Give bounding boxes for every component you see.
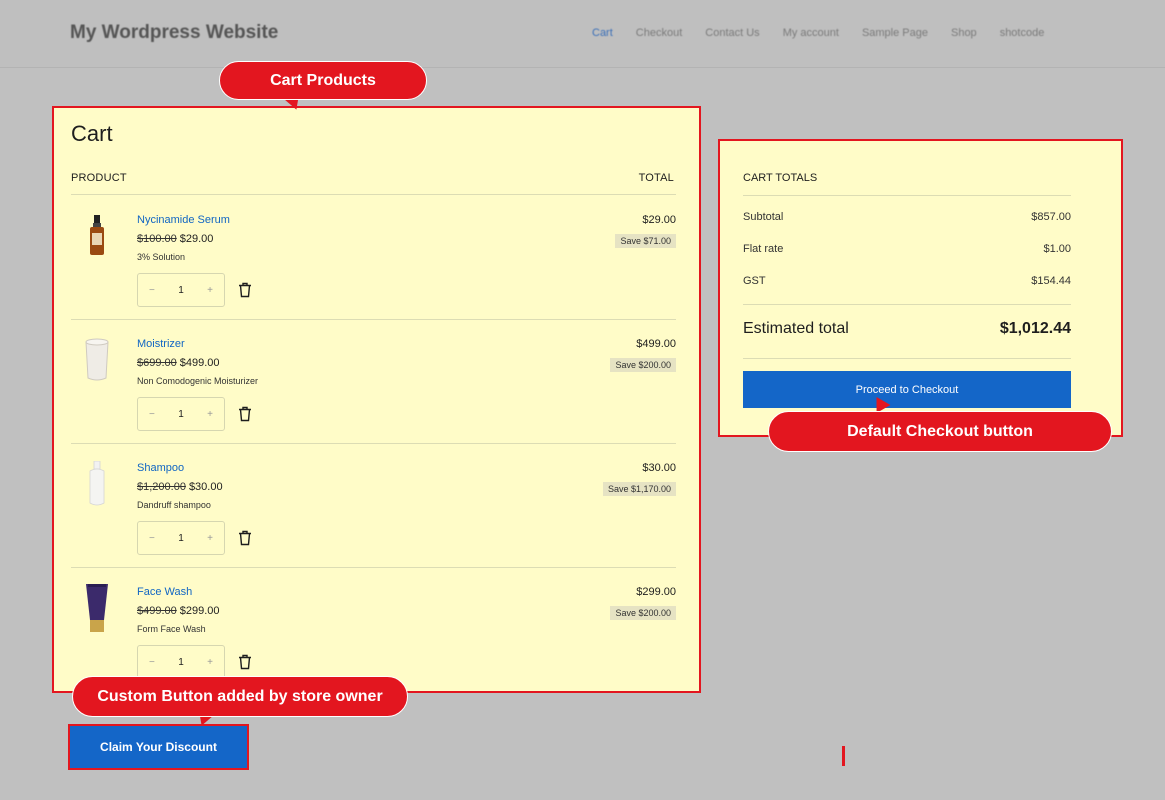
subtotal-value: $857.00: [1031, 211, 1071, 223]
nav-item-contact-us[interactable]: Contact Us: [705, 27, 759, 39]
product-description: Non Comodogenic Moisturizer: [137, 376, 259, 386]
default-checkout-callout: Default Checkout button: [768, 411, 1112, 452]
original-price: $499.00: [137, 605, 177, 617]
decrease-quantity-button[interactable]: −: [149, 533, 155, 544]
product-name-link[interactable]: Shampoo: [137, 462, 184, 474]
price-line: $499.00 $299.00: [137, 605, 220, 617]
quantity-stepper: − 1 +: [137, 397, 225, 431]
nav-item-shop[interactable]: Shop: [951, 27, 977, 39]
tax-value: $154.44: [1031, 275, 1071, 287]
proceed-to-checkout-button[interactable]: Proceed to Checkout: [743, 371, 1071, 408]
quantity-stepper: − 1 +: [137, 273, 225, 307]
increase-quantity-button[interactable]: +: [207, 409, 213, 420]
cart-item: Shampoo $1,200.00 $30.00 Dandruff shampoo…: [71, 444, 676, 568]
line-total: $29.00: [642, 214, 676, 226]
increase-quantity-button[interactable]: +: [207, 657, 213, 668]
estimated-total-value: $1,012.44: [999, 320, 1071, 337]
cart-products-callout: Cart Products: [219, 61, 427, 100]
cart-item: Face Wash $499.00 $299.00 Form Face Wash …: [71, 568, 676, 691]
shipping-value: $1.00: [1043, 243, 1071, 255]
nav-item-cart[interactable]: Cart: [592, 27, 613, 39]
product-column-header: PRODUCT: [71, 172, 127, 184]
increase-quantity-button[interactable]: +: [207, 533, 213, 544]
claim-discount-button[interactable]: Claim Your Discount: [70, 726, 247, 768]
sale-price: $299.00: [179, 605, 220, 617]
face-wash-tube-icon[interactable]: [71, 582, 123, 634]
product-name-link[interactable]: Moistrizer: [137, 338, 185, 350]
quantity-value[interactable]: 1: [178, 409, 184, 420]
price-line: $1,200.00 $30.00: [137, 481, 223, 493]
decrease-quantity-button[interactable]: −: [149, 657, 155, 668]
original-price: $100.00: [137, 233, 177, 245]
decrease-quantity-button[interactable]: −: [149, 285, 155, 296]
divider: [743, 358, 1071, 359]
trash-icon[interactable]: [238, 654, 252, 670]
trash-icon[interactable]: [238, 406, 252, 422]
original-price: $699.00: [137, 357, 177, 369]
shipping-label: Flat rate: [743, 243, 784, 255]
trash-icon[interactable]: [238, 282, 252, 298]
nav-item-my-account[interactable]: My account: [783, 27, 839, 39]
nav-item-checkout[interactable]: Checkout: [636, 27, 682, 39]
price-line: $100.00 $29.00: [137, 233, 213, 245]
line-total: $30.00: [642, 462, 676, 474]
divider: [71, 194, 676, 195]
product-description: Dandruff shampoo: [137, 500, 211, 510]
product-name-link[interactable]: Nycinamide Serum: [137, 214, 230, 226]
tax-label: GST: [743, 275, 766, 287]
page-title: Cart: [71, 121, 113, 146]
cart-totals-panel: CART TOTALS Subtotal $857.00 Flat rate $…: [718, 139, 1123, 437]
divider: [743, 304, 1071, 305]
cart-products-panel: Cart PRODUCT TOTAL Nycinamide Serum $100…: [52, 106, 701, 693]
cart-item: Nycinamide Serum $100.00 $29.00 3% Soluti…: [71, 196, 676, 320]
savings-badge: Save $200.00: [610, 358, 676, 372]
quantity-value[interactable]: 1: [178, 285, 184, 296]
divider: [743, 195, 1071, 196]
shampoo-bottle-icon[interactable]: [71, 458, 123, 510]
main-nav: Cart Checkout Contact Us My account Samp…: [592, 27, 1067, 39]
estimated-total-label: Estimated total: [743, 320, 849, 337]
line-total: $499.00: [636, 338, 676, 350]
product-description: Form Face Wash: [137, 624, 206, 634]
increase-quantity-button[interactable]: +: [207, 285, 213, 296]
red-marker: [842, 746, 845, 766]
moisturizer-jar-icon[interactable]: [71, 334, 123, 386]
original-price: $1,200.00: [137, 481, 186, 493]
cart-totals-title: CART TOTALS: [743, 172, 818, 184]
savings-badge: Save $1,170.00: [602, 482, 676, 496]
trash-icon[interactable]: [238, 530, 252, 546]
savings-badge: Save $71.00: [615, 234, 676, 248]
sale-price: $499.00: [179, 357, 220, 369]
decrease-quantity-button[interactable]: −: [149, 409, 155, 420]
serum-bottle-icon[interactable]: [71, 210, 123, 262]
custom-button-callout: Custom Button added by store owner: [72, 676, 408, 717]
product-description: 3% Solution: [137, 252, 186, 262]
site-title[interactable]: My Wordpress Website: [70, 22, 278, 44]
line-total: $299.00: [636, 586, 676, 598]
cart-item: Moistrizer $699.00 $499.00 Non Comodogeni…: [71, 320, 676, 444]
quantity-stepper: − 1 +: [137, 645, 225, 679]
savings-badge: Save $200.00: [610, 606, 676, 620]
subtotal-label: Subtotal: [743, 211, 784, 223]
custom-button-highlight: Claim Your Discount: [68, 724, 249, 770]
product-name-link[interactable]: Face Wash: [137, 586, 192, 598]
price-line: $699.00 $499.00: [137, 357, 220, 369]
sale-price: $30.00: [188, 481, 223, 493]
nav-item-shotcode[interactable]: shotcode: [1000, 27, 1045, 39]
sale-price: $29.00: [179, 233, 214, 245]
quantity-stepper: − 1 +: [137, 521, 225, 555]
quantity-value[interactable]: 1: [178, 657, 184, 668]
total-column-header: TOTAL: [638, 172, 674, 184]
quantity-value[interactable]: 1: [178, 533, 184, 544]
site-header: My Wordpress Website Cart Checkout Conta…: [0, 0, 1165, 68]
nav-item-sample-page[interactable]: Sample Page: [862, 27, 928, 39]
